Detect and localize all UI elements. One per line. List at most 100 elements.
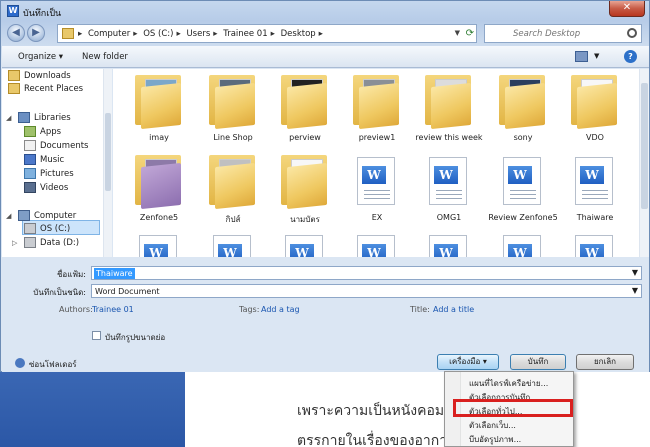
computer-icon — [18, 210, 30, 221]
doc-item-partial[interactable]: W — [561, 229, 629, 257]
menu-item-web-options[interactable]: ตัวเลือกเว็บ... — [469, 419, 516, 432]
nav-item-pictures[interactable]: Pictures — [24, 167, 74, 181]
folder-item-vdo[interactable]: VDO — [561, 71, 629, 142]
music-library-icon — [24, 154, 36, 165]
menu-item-map-network-drive[interactable]: แผนที่ไดรฟ์เครือข่าย... — [469, 377, 548, 390]
change-view-icon[interactable] — [575, 51, 588, 62]
word-document-icon: W — [213, 235, 251, 257]
organize-button[interactable]: Organize ▾ — [18, 52, 63, 62]
doc-item-partial[interactable]: W — [489, 229, 557, 257]
expand-arrow-icon[interactable]: ◢ — [6, 209, 11, 223]
hide-folders-button[interactable]: ซ่อนโฟลเดอร์ — [29, 358, 77, 371]
doc-item-partial[interactable]: W — [343, 229, 411, 257]
title-bar[interactable]: W บันทึกเป็น ✕ — [1, 1, 649, 21]
address-bar[interactable]: ▸ Computer ▸ OS (C:) ▸ Users ▸ Trainee 01 ▸ … — [57, 24, 477, 43]
doc-item-thaiware[interactable]: W Thaiware — [561, 151, 629, 222]
address-row: ◀ ▶ ▸ Computer ▸ OS (C:) ▸ Users ▸ Trainee … — [1, 23, 649, 45]
folder-item-review-this-week[interactable]: review this week — [415, 71, 483, 142]
folder-item-perview[interactable]: perview — [271, 71, 339, 142]
word-document-icon: W — [357, 157, 395, 205]
folder-icon — [209, 75, 255, 130]
tags-value[interactable]: Add a tag — [261, 305, 300, 314]
new-folder-button[interactable]: New folder — [82, 52, 128, 62]
menu-item-compress-pictures[interactable]: บีบอัดรูปภาพ... — [469, 433, 521, 446]
nav-item-videos[interactable]: Videos — [24, 181, 69, 195]
filename-field[interactable]: Thaiware ▼ — [91, 266, 642, 280]
back-arrow-icon[interactable]: ◀ — [7, 24, 25, 42]
nav-item-documents[interactable]: Documents — [24, 139, 88, 153]
chevron-down-icon[interactable]: ▼ — [455, 29, 460, 37]
folder-item-line-shop[interactable]: Line Shop — [199, 71, 267, 142]
nav-item-drive-d[interactable]: ▷ Data (D:) — [12, 236, 79, 250]
title-value[interactable]: Add a title — [433, 305, 474, 314]
authors-label: Authors: — [59, 305, 93, 314]
scrollbar-thumb[interactable] — [105, 113, 111, 191]
doc-item-partial[interactable]: W — [271, 229, 339, 257]
crumb-desktop[interactable]: Desktop — [281, 29, 316, 39]
file-list-scrollbar[interactable] — [639, 69, 649, 257]
chevron-down-icon[interactable]: ▼ — [594, 52, 599, 60]
chevron-down-icon[interactable]: ▼ — [632, 286, 638, 295]
nav-item-label: Videos — [40, 183, 69, 193]
file-label: นามบัตร — [290, 215, 320, 224]
word-app-icon: W — [7, 5, 19, 17]
chevron-down-icon[interactable]: ▼ — [632, 268, 638, 277]
search-box[interactable] — [484, 24, 643, 43]
help-icon[interactable]: ? — [624, 50, 637, 63]
save-button[interactable]: บันทึก — [510, 354, 566, 370]
folder-item-sony[interactable]: sony — [489, 71, 557, 142]
apps-library-icon — [24, 126, 36, 137]
close-button[interactable]: ✕ — [609, 1, 645, 17]
crumb-os-c[interactable]: OS (C:) — [143, 29, 173, 39]
tools-button[interactable]: เครื่องมือ ▾ — [437, 354, 499, 370]
folder-item-preview1[interactable]: preview1 — [343, 71, 411, 142]
file-list: imay Line Shop perview preview1 review t… — [113, 69, 639, 257]
nav-item-music[interactable]: Music — [24, 153, 65, 167]
hide-folders-icon[interactable] — [15, 358, 25, 368]
doc-item-partial[interactable]: W — [125, 229, 193, 257]
nav-item-drive-c[interactable]: OS (C:) — [24, 222, 70, 236]
folder-item-gips[interactable]: กิปส์ — [199, 151, 267, 224]
folder-item-business-card[interactable]: นามบัตร — [271, 151, 339, 224]
doc-item-partial[interactable]: W — [199, 229, 267, 257]
filetype-select[interactable]: Word Document ▼ — [91, 284, 642, 298]
nav-item-apps[interactable]: Apps — [24, 125, 61, 139]
search-icon[interactable] — [627, 28, 637, 38]
nav-item-label: Recent Places — [24, 84, 84, 94]
doc-item-review-zenfone5[interactable]: W Review Zenfone5 — [488, 151, 558, 222]
crumb-users[interactable]: Users — [186, 29, 210, 39]
folder-item-imay[interactable]: imay — [125, 71, 193, 142]
folder-icon — [62, 28, 74, 39]
file-label: review this week — [415, 133, 483, 142]
breadcrumb: ▸ Computer ▸ OS (C:) ▸ Users ▸ Trainee 01 ▸ … — [78, 29, 323, 39]
expand-arrow-icon[interactable]: ◢ — [6, 111, 11, 125]
crumb-computer[interactable]: Computer — [88, 29, 130, 39]
nav-pane-scrollbar[interactable] — [103, 69, 112, 257]
folder-item-zenfone5[interactable]: Zenfone5 — [125, 151, 193, 222]
nav-item-recent-places[interactable]: Recent Places — [8, 82, 84, 96]
nav-item-label: Downloads — [24, 71, 71, 81]
authors-value[interactable]: Trainee 01 — [92, 305, 134, 314]
collapse-arrow-icon[interactable]: ▷ — [12, 236, 17, 250]
scrollbar-thumb[interactable] — [641, 83, 648, 209]
doc-item-omg1[interactable]: W OMG1 — [415, 151, 483, 222]
filename-value[interactable]: Thaiware — [94, 268, 135, 279]
refresh-icon[interactable]: ⟳ — [466, 28, 474, 39]
crumb-trainee[interactable]: Trainee 01 — [223, 29, 267, 39]
forward-arrow-icon[interactable]: ▶ — [27, 24, 45, 42]
save-as-dialog: W บันทึกเป็น ✕ ◀ ▶ ▸ Computer ▸ OS (C:) ▸ … — [0, 0, 650, 372]
doc-item-partial[interactable]: W — [415, 229, 483, 257]
nav-item-computer[interactable]: ◢ Computer — [6, 209, 76, 223]
doc-item-ex[interactable]: W EX — [343, 151, 411, 222]
file-label: preview1 — [358, 133, 396, 142]
file-label: กิปส์ — [225, 215, 241, 224]
save-thumbnail-checkbox[interactable] — [92, 331, 101, 340]
cancel-button[interactable]: ยกเลิก — [576, 354, 634, 370]
window-title: บันทึกเป็น — [23, 9, 62, 19]
folder-icon — [353, 75, 399, 130]
nav-item-label: Music — [40, 155, 65, 165]
file-label: Line Shop — [213, 133, 253, 142]
nav-item-libraries[interactable]: ◢ Libraries — [6, 111, 71, 125]
nav-item-downloads[interactable]: Downloads — [8, 69, 71, 83]
search-input[interactable] — [513, 26, 643, 42]
